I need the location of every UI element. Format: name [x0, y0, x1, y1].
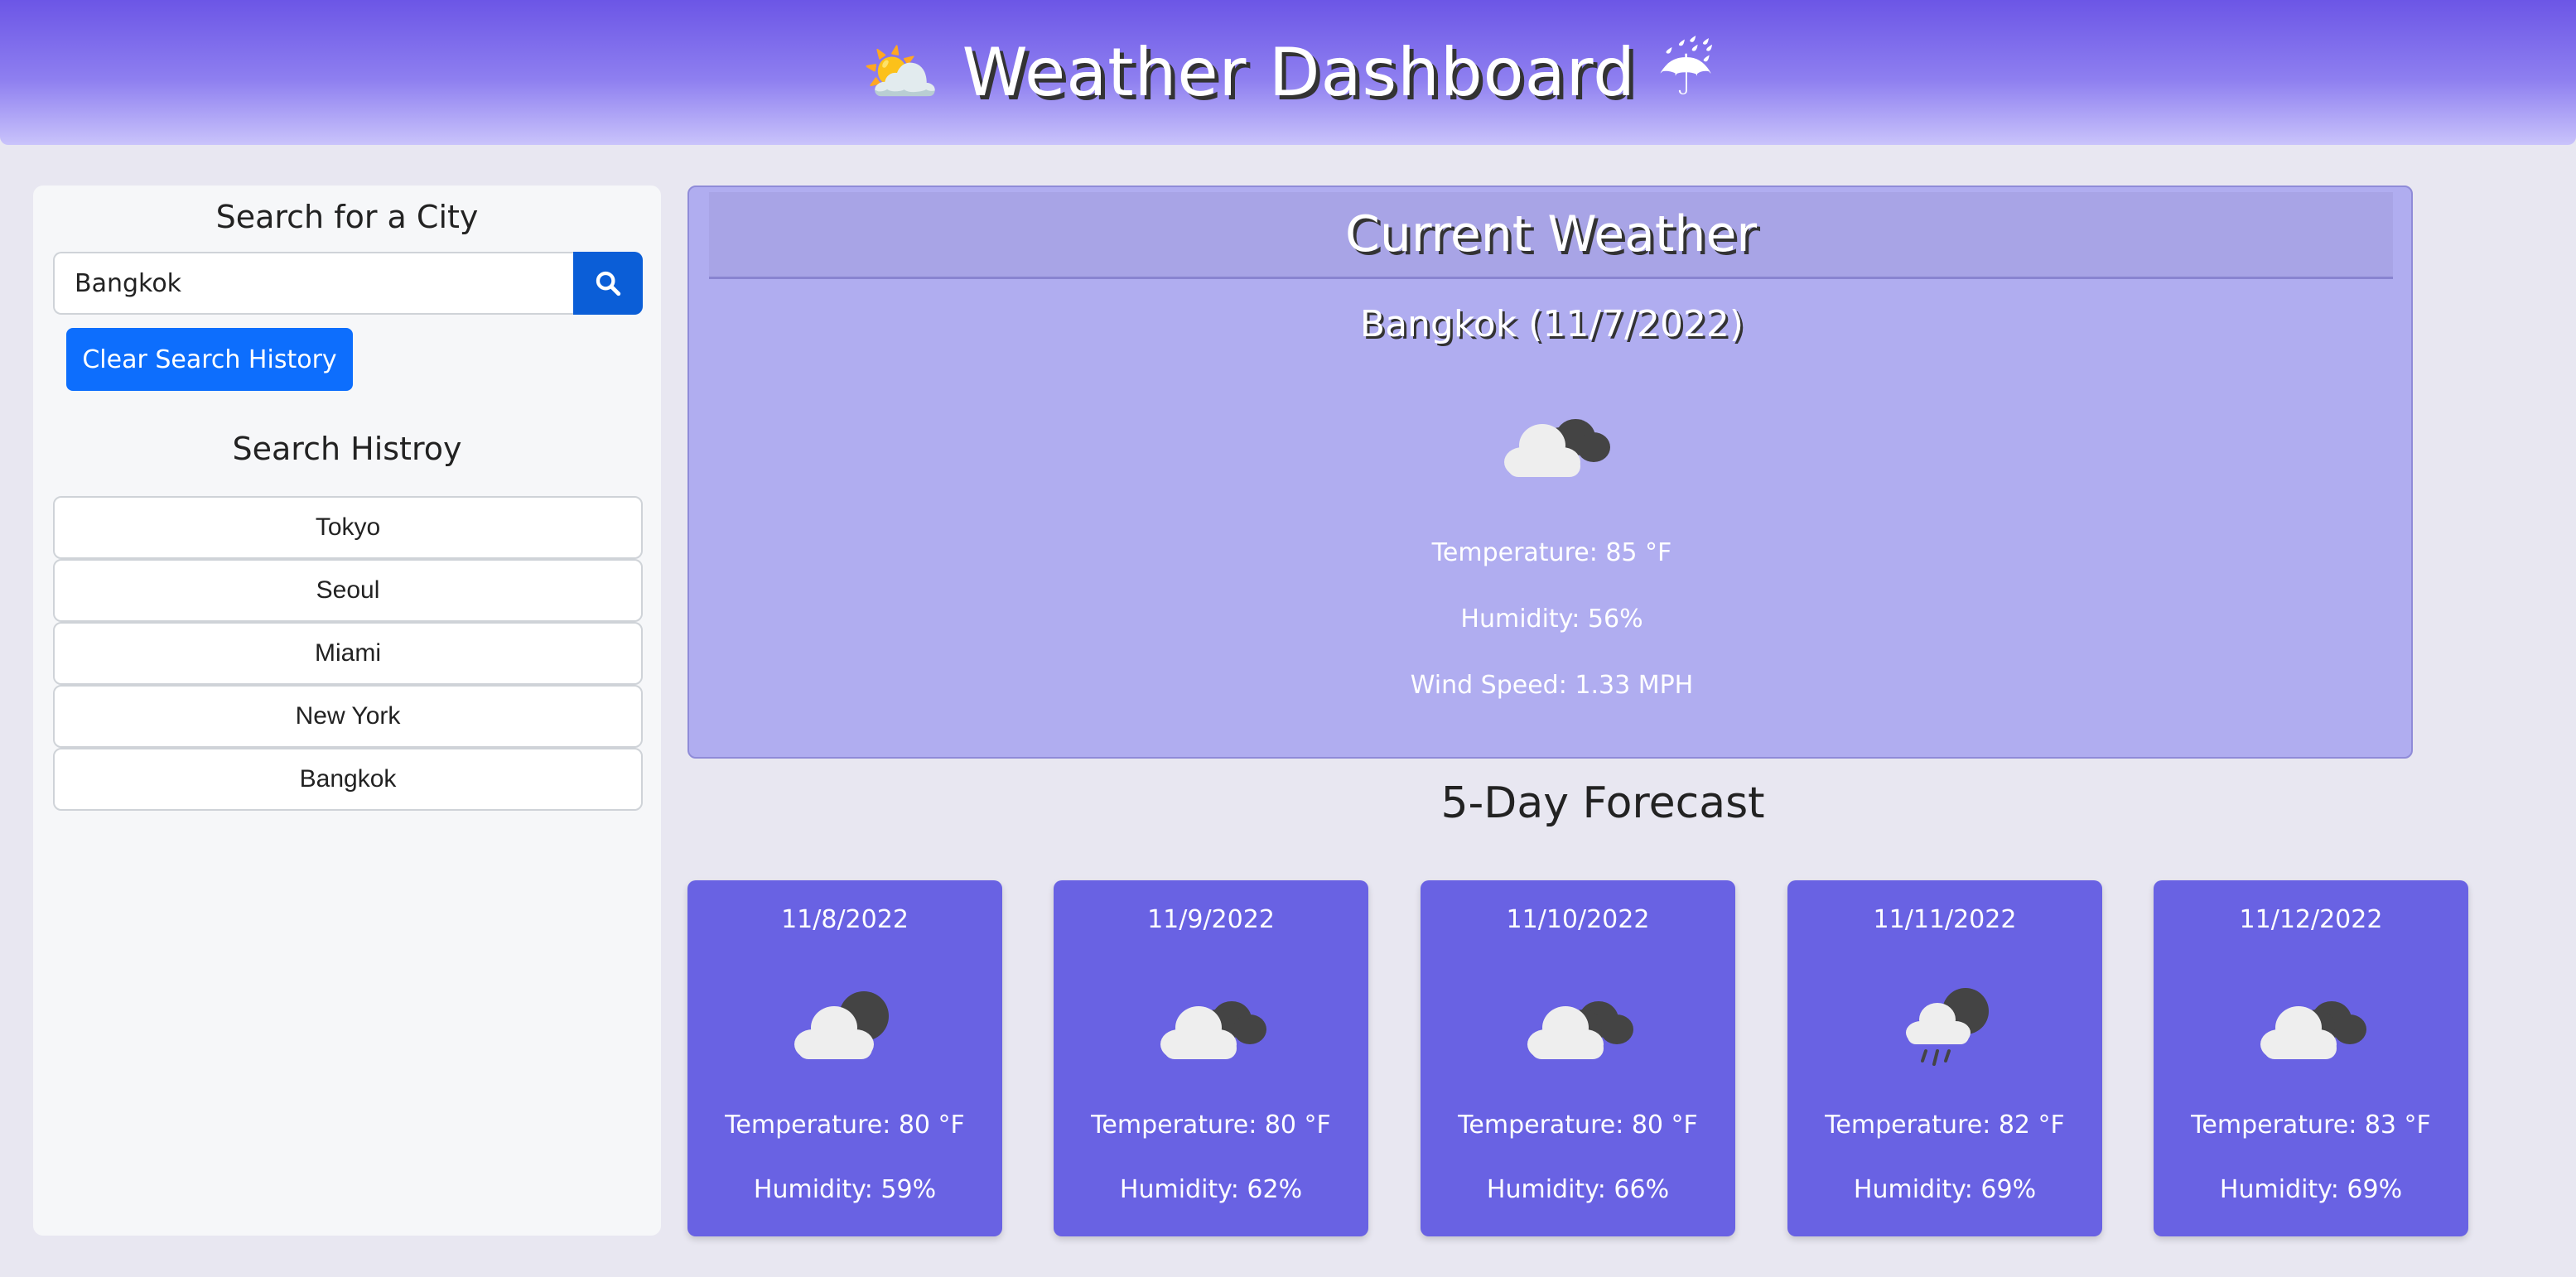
- rain-icon: [1906, 988, 1989, 1066]
- history-item-miami[interactable]: Miami: [53, 622, 643, 685]
- search-button[interactable]: [573, 252, 643, 315]
- forecast-humidity: Humidity: 62%: [1119, 1175, 1303, 1204]
- history-item-bangkok[interactable]: Bangkok: [53, 748, 643, 811]
- city-search-input[interactable]: [53, 252, 573, 315]
- history-title: Search Histroy: [232, 431, 462, 467]
- forecast-card: 11/10/2022 Temperature: 80 °F Humidity: …: [1421, 880, 1735, 1236]
- page-title: Weather Dashboard: [962, 34, 1636, 111]
- broken-clouds-icon: [1504, 419, 1610, 477]
- forecast-date: 11/12/2022: [2239, 905, 2383, 934]
- broken-clouds-icon: [2260, 1001, 2366, 1059]
- forecast-humidity: Humidity: 69%: [2219, 1175, 2403, 1204]
- forecast-card: 11/8/2022 Temperature: 80 °F Humidity: 5…: [687, 880, 1002, 1236]
- forecast-temperature: Temperature: 83 °F: [2191, 1111, 2431, 1140]
- forecast-temperature: Temperature: 82 °F: [1825, 1111, 2065, 1140]
- forecast-card: 11/9/2022 Temperature: 80 °F Humidity: 6…: [1054, 880, 1368, 1236]
- forecast-humidity: Humidity: 69%: [1853, 1175, 2037, 1204]
- search-row: [53, 252, 643, 315]
- forecast-date: 11/9/2022: [1147, 905, 1275, 934]
- forecast-temperature: Temperature: 80 °F: [1458, 1111, 1698, 1140]
- sun-behind-cloud-icon: ⛅: [861, 35, 941, 109]
- search-title: Search for a City: [215, 199, 479, 235]
- forecast-card: 11/12/2022 Temperature: 83 °F Humidity: …: [2154, 880, 2468, 1236]
- current-humidity: Humidity: 56%: [1460, 605, 1643, 634]
- forecast-title: 5-Day Forecast: [1440, 778, 1765, 828]
- broken-clouds-icon: [1160, 1001, 1266, 1059]
- city-date: Bangkok (11/7/2022): [1359, 303, 1744, 345]
- current-weather-title: Current Weather: [1344, 205, 1758, 263]
- forecast-card: 11/11/2022 Temperature: 82 °F Humidity: …: [1787, 880, 2102, 1236]
- search-sidebar: Search for a City Clear Search History S…: [33, 186, 661, 1236]
- page-header: ⛅ Weather Dashboard ☔: [0, 0, 2576, 145]
- partly-cloudy-icon: [794, 991, 889, 1059]
- current-temperature: Temperature: 85 °F: [1431, 538, 1672, 567]
- umbrella-rain-icon: ☔: [1657, 36, 1715, 109]
- header-title-row: ⛅ Weather Dashboard ☔: [861, 34, 1715, 111]
- history-item-seoul[interactable]: Seoul: [53, 559, 643, 622]
- broken-clouds-icon: [1527, 1001, 1633, 1059]
- search-icon: [596, 271, 621, 296]
- forecast-date: 11/11/2022: [1873, 905, 2017, 934]
- current-weather-header: Current Weather: [709, 192, 2393, 279]
- clear-history-button[interactable]: Clear Search History: [66, 328, 353, 391]
- forecast-humidity: Humidity: 59%: [753, 1175, 937, 1204]
- forecast-date: 11/8/2022: [781, 905, 909, 934]
- history-item-tokyo[interactable]: Tokyo: [53, 496, 643, 559]
- history-item-new-york[interactable]: New York: [53, 685, 643, 748]
- forecast-humidity: Humidity: 66%: [1486, 1175, 1670, 1204]
- forecast-temperature: Temperature: 80 °F: [1091, 1111, 1331, 1140]
- forecast-date: 11/10/2022: [1506, 905, 1650, 934]
- forecast-temperature: Temperature: 80 °F: [725, 1111, 965, 1140]
- current-weather-panel: Current Weather Bangkok (11/7/2022) Temp…: [687, 186, 2413, 759]
- history-list: Tokyo Seoul Miami New York Bangkok: [53, 496, 643, 811]
- current-wind-speed: Wind Speed: 1.33 MPH: [1410, 671, 1694, 700]
